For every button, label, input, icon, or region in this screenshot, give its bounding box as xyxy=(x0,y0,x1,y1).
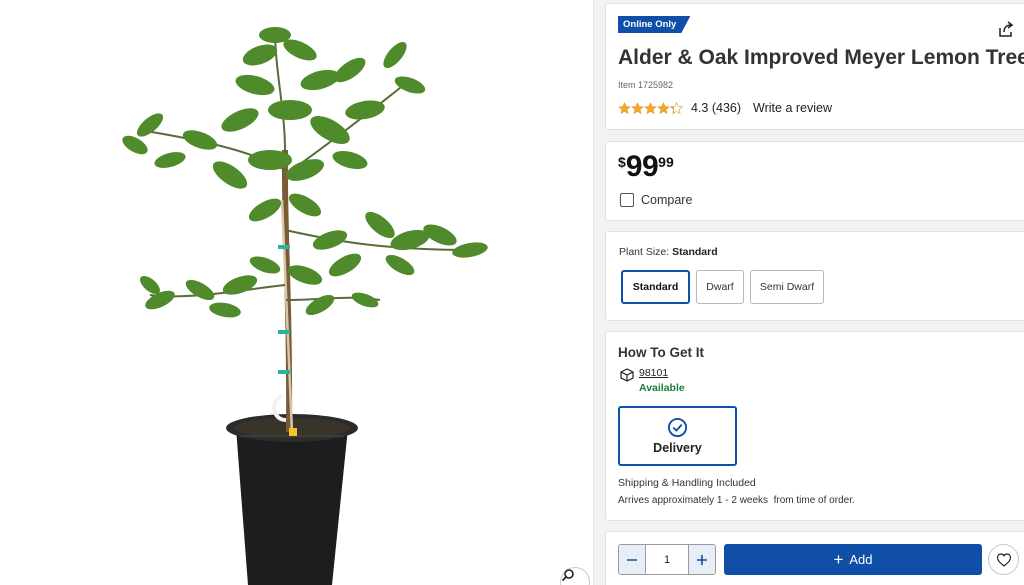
quantity-input[interactable]: 1 xyxy=(646,545,688,574)
quantity-stepper: 1 xyxy=(618,544,716,575)
size-option-semi-dwarf[interactable]: Semi Dwarf xyxy=(750,270,824,304)
size-option-standard[interactable]: Standard xyxy=(621,270,690,304)
quantity-increase-button[interactable] xyxy=(688,545,715,574)
add-to-cart-card: 1 + Add xyxy=(605,531,1024,585)
add-button-label: Add xyxy=(849,552,873,567)
arrival-note: Arrives approximately 1 - 2 weeks from t… xyxy=(618,495,855,506)
star-icon xyxy=(631,101,644,114)
price-dollars: 99 xyxy=(625,150,659,183)
plant-size-label: Plant Size: Standard xyxy=(619,246,718,258)
star-icon xyxy=(670,101,683,114)
write-review-link[interactable]: Write a review xyxy=(753,101,832,115)
heart-icon xyxy=(996,552,1011,567)
rating-count: 4.3 (436) xyxy=(691,101,742,115)
compare-toggle[interactable]: Compare xyxy=(620,193,692,207)
zip-code-link[interactable]: 98101 xyxy=(639,367,685,379)
zoom-icon xyxy=(561,569,574,582)
online-only-badge: Online Only xyxy=(618,16,690,33)
star-icon xyxy=(657,101,670,114)
shipping-note: Shipping & Handling Included xyxy=(618,477,756,489)
fulfillment-card: How To Get It 98101 Available Delivery S… xyxy=(605,331,1024,521)
star-icon xyxy=(618,101,631,114)
plus-icon xyxy=(697,554,707,565)
zip-row: 98101 Available xyxy=(619,367,685,394)
size-option-dwarf[interactable]: Dwarf xyxy=(696,270,744,304)
price-currency: $ xyxy=(618,154,626,170)
plant-size-options: Standard Dwarf Semi Dwarf xyxy=(621,270,830,304)
product-page: Online Only Alder & Oak Improved Meyer L… xyxy=(0,0,1024,585)
compare-label: Compare xyxy=(641,193,693,207)
product-image[interactable] xyxy=(0,0,594,585)
product-title-card: Online Only Alder & Oak Improved Meyer L… xyxy=(605,3,1024,130)
add-to-cart-button[interactable]: + Add xyxy=(724,544,982,575)
delivery-option[interactable]: Delivery xyxy=(618,406,737,466)
item-number: Item 1725982 xyxy=(618,80,674,90)
plant-size-selected: Standard xyxy=(672,246,718,258)
product-image-panel xyxy=(0,0,594,585)
price-cents: 99 xyxy=(658,154,674,170)
availability-status: Available xyxy=(639,382,685,394)
compare-checkbox[interactable] xyxy=(620,193,634,207)
pot-graphic xyxy=(226,414,358,585)
product-title: Alder & Oak Improved Meyer Lemon Tree xyxy=(618,46,1024,69)
add-plus-icon: + xyxy=(833,550,844,569)
plant-size-heading: Plant Size: xyxy=(619,246,670,258)
share-button[interactable] xyxy=(996,20,1016,40)
share-icon xyxy=(999,21,1014,37)
box-icon xyxy=(620,368,634,382)
minus-icon xyxy=(627,558,637,561)
star-icon xyxy=(644,101,657,114)
plant-size-card: Plant Size: Standard Standard Dwarf Semi… xyxy=(605,231,1024,321)
star-rating xyxy=(618,101,683,115)
check-circle-icon xyxy=(667,417,688,438)
price-card: $ 99 99 Compare xyxy=(605,141,1024,221)
delivery-label: Delivery xyxy=(653,441,702,455)
rating-row[interactable]: 4.3 (436) Write a review xyxy=(618,100,832,116)
favorite-button[interactable] xyxy=(988,544,1019,575)
price: $ 99 99 xyxy=(618,151,674,183)
fulfillment-title: How To Get It xyxy=(618,345,704,360)
quantity-decrease-button[interactable] xyxy=(619,545,646,574)
